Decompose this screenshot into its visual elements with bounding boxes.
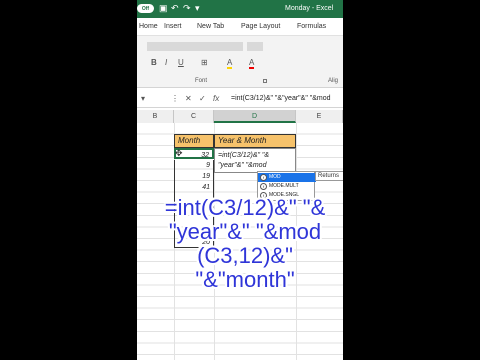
column-header-c[interactable]: C — [174, 110, 214, 123]
caption-line-3: (C3,12)&" "&"month" — [195, 243, 295, 292]
italic-button[interactable]: I — [165, 58, 167, 67]
tab-home[interactable]: Home — [139, 23, 158, 30]
edit-line-2: "year"&" "&mod — [218, 162, 267, 169]
function-icon: f — [260, 174, 267, 181]
title-bar: Off ▣ ↶ ↷ ▾ Monday - Excel — [137, 0, 343, 18]
caption-line-2: "year"&" "&mod — [168, 219, 322, 244]
save-icon[interactable]: ▣ — [159, 3, 168, 14]
header-cell-month[interactable]: Month — [174, 134, 214, 148]
bold-button[interactable]: B — [151, 58, 157, 67]
editing-cell[interactable]: =int(C3/12)&" "& "year"&" "&mod — [214, 148, 296, 173]
formula-input[interactable]: =int(C3/12)&" "&"year"&" "&mod — [231, 95, 331, 102]
ribbon: B I U ⊞ A A Font Alig — [137, 36, 343, 88]
month-cell[interactable]: 9 — [174, 160, 214, 171]
move-cursor-icon: ✥ — [175, 148, 183, 158]
tab-insert[interactable]: Insert — [164, 23, 182, 30]
column-header-b[interactable]: B — [137, 110, 174, 123]
function-icon: f — [260, 183, 267, 190]
autocomplete-item[interactable]: f MOD — [258, 173, 316, 182]
caption-line-1: =int(C3/12)&" "& — [164, 195, 326, 220]
document-title: Monday - Excel — [285, 5, 334, 12]
underline-button[interactable]: U — [178, 58, 184, 67]
tab-page-layout[interactable]: Page Layout — [241, 23, 280, 30]
redo-icon[interactable]: ↷ — [183, 3, 191, 14]
alignment-group-label: Alig — [328, 78, 339, 84]
cancel-icon[interactable]: ✕ — [185, 94, 192, 103]
insert-function-icon[interactable]: fx — [213, 94, 219, 103]
tab-new-tab[interactable]: New Tab — [197, 23, 224, 30]
function-tooltip: Returns — [315, 171, 343, 181]
autocomplete-item-label: MODE.MULT — [269, 183, 299, 189]
font-dialog-launcher-icon[interactable] — [263, 79, 267, 83]
borders-button[interactable]: ⊞ — [201, 58, 208, 67]
autocomplete-item[interactable]: f MODE.MULT — [258, 182, 316, 191]
enter-icon[interactable]: ✓ — [199, 94, 206, 103]
month-cell[interactable]: 19 — [174, 171, 214, 182]
edit-line-1: =int(C3/12)&" "& — [218, 152, 270, 159]
month-cell[interactable]: 41 — [174, 182, 214, 193]
more-options-icon[interactable]: ⋮ — [171, 94, 179, 103]
formula-bar: ▾ ⋮ ✕ ✓ fx =int(C3/12)&" "&"year"&" "&mo… — [137, 90, 343, 108]
font-name-dropdown[interactable] — [147, 42, 243, 51]
header-cell-year-month[interactable]: Year & Month — [214, 134, 296, 148]
column-header-d[interactable]: D — [214, 110, 296, 123]
undo-icon[interactable]: ↶ — [171, 3, 179, 14]
fill-color-button[interactable]: A — [227, 58, 233, 69]
autosave-toggle[interactable]: Off — [137, 4, 154, 13]
font-color-button[interactable]: A — [249, 58, 255, 69]
column-header-e[interactable]: E — [296, 110, 343, 123]
tab-formulas[interactable]: Formulas — [297, 23, 326, 30]
name-box-dropdown-icon[interactable]: ▾ — [141, 94, 145, 103]
ribbon-tabs: Home Insert New Tab Page Layout Formulas — [137, 18, 343, 36]
font-group-label: Font — [195, 78, 208, 84]
excel-window: Off ▣ ↶ ↷ ▾ Monday - Excel Home Insert N… — [137, 0, 343, 360]
autocomplete-item-label: MOD — [269, 174, 281, 180]
font-size-dropdown[interactable] — [247, 42, 263, 51]
customize-qat-icon[interactable]: ▾ — [195, 3, 200, 14]
caption-overlay: =int(C3/12)&" "& "year"&" "&mod (C3,12)&… — [150, 196, 340, 292]
